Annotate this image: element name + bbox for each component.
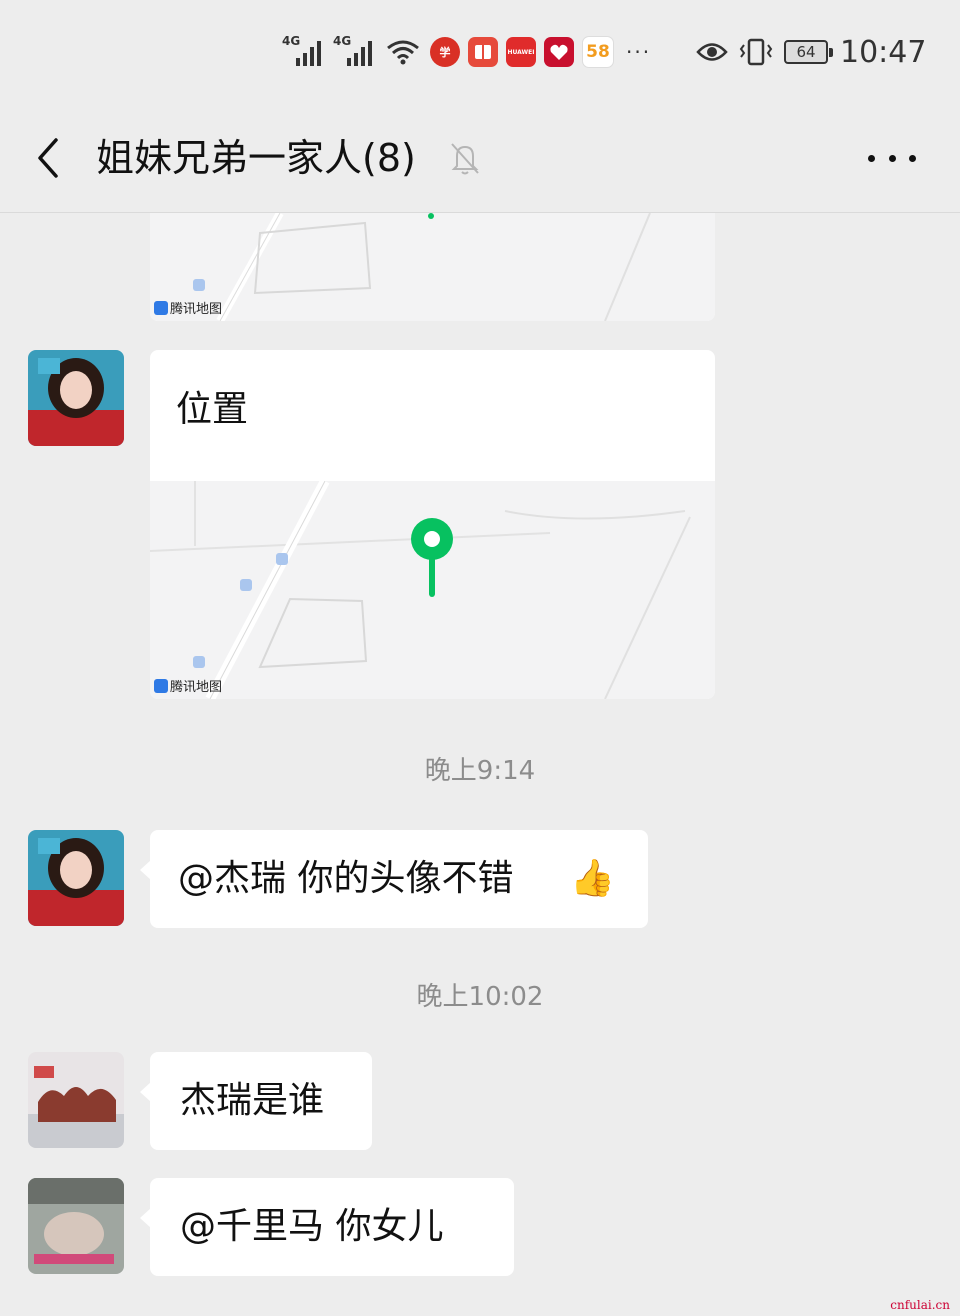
sender-avatar[interactable] [28,1178,124,1274]
message-bubble[interactable]: @杰瑞 你的头像不错 👍 [140,830,648,928]
app-58-label: 58 [586,42,610,62]
location-card[interactable]: 位置 腾讯地图 [150,350,715,699]
status-icons: 4G 4G 学 HUAWEI 58 ··· [282,30,652,74]
thumbs-up-icon: 👍 [570,858,615,899]
wifi-icon [387,40,419,65]
sender-avatar[interactable] [28,1052,124,1148]
avatar-image-girl [28,350,124,446]
message-text: @千里马 你女儿 [180,1206,444,1247]
location-title: 位置 [176,389,249,430]
map-preview: 腾讯地图 [150,478,715,699]
heart-app-icon [544,37,574,67]
battery-level: 64 [796,43,816,61]
chat-title: 姐妹兄弟一家人(8) [96,136,416,180]
vibrate-icon [739,38,773,66]
tencent-map-icon [154,678,168,693]
watermark: cnfulai.cn [890,1298,950,1312]
battery-icon: 64 [784,40,833,64]
book-app-icon [468,37,498,67]
map-provider-label: 腾讯地图 [170,302,223,317]
map-provider-logo: 腾讯地图 [154,298,222,317]
sender-avatar[interactable] [28,350,124,446]
message-bubble[interactable]: @千里马 你女儿 [140,1178,514,1276]
app-red-circle-icon: 学 [430,37,460,67]
avatar-image-horses [28,1052,124,1148]
app-58-icon: 58 [582,36,614,68]
map-provider-label: 腾讯地图 [170,680,223,695]
dot-icon [909,154,916,162]
status-right: 64 10:47 [696,30,926,74]
sender-avatar[interactable] [28,830,124,926]
dot-icon [868,154,875,162]
dot-icon [888,154,896,162]
message-bubble[interactable]: 杰瑞是谁 [140,1052,372,1150]
chat-header: 姐妹兄弟一家人(8) [0,104,960,213]
network-type-1: 4G [282,34,301,48]
back-arrow-icon[interactable] [30,132,70,184]
more-notifications-icon: ··· [626,40,652,64]
huawei-app-label: HUAWEI [507,48,535,56]
map-preview: 腾讯地图 [150,213,715,321]
location-card-partial[interactable]: 腾讯地图 [150,213,715,321]
tencent-map-icon [154,300,168,315]
signal-2-icon: 4G [333,34,372,66]
status-bar: 4G 4G 学 HUAWEI 58 ··· 64 10:47 [0,0,960,104]
map-provider-logo: 腾讯地图 [154,676,222,695]
location-pin-icon [411,518,453,597]
avatar-image-baby [28,1178,124,1274]
avatar-image-girl [28,830,124,926]
timestamp: 晚上10:02 [416,982,544,1012]
message-text: @杰瑞 你的头像不错 [178,858,514,899]
more-options-button[interactable] [868,138,916,178]
network-type-2: 4G [333,34,352,48]
message-text: 杰瑞是谁 [180,1080,325,1121]
eye-comfort-icon [696,43,728,61]
map-roads [193,213,651,321]
timestamp: 晚上9:14 [424,756,536,786]
huawei-app-icon: HUAWEI [506,37,536,67]
mute-bell-icon [451,143,479,175]
clock: 10:47 [840,34,927,70]
signal-1-icon: 4G [282,34,321,66]
